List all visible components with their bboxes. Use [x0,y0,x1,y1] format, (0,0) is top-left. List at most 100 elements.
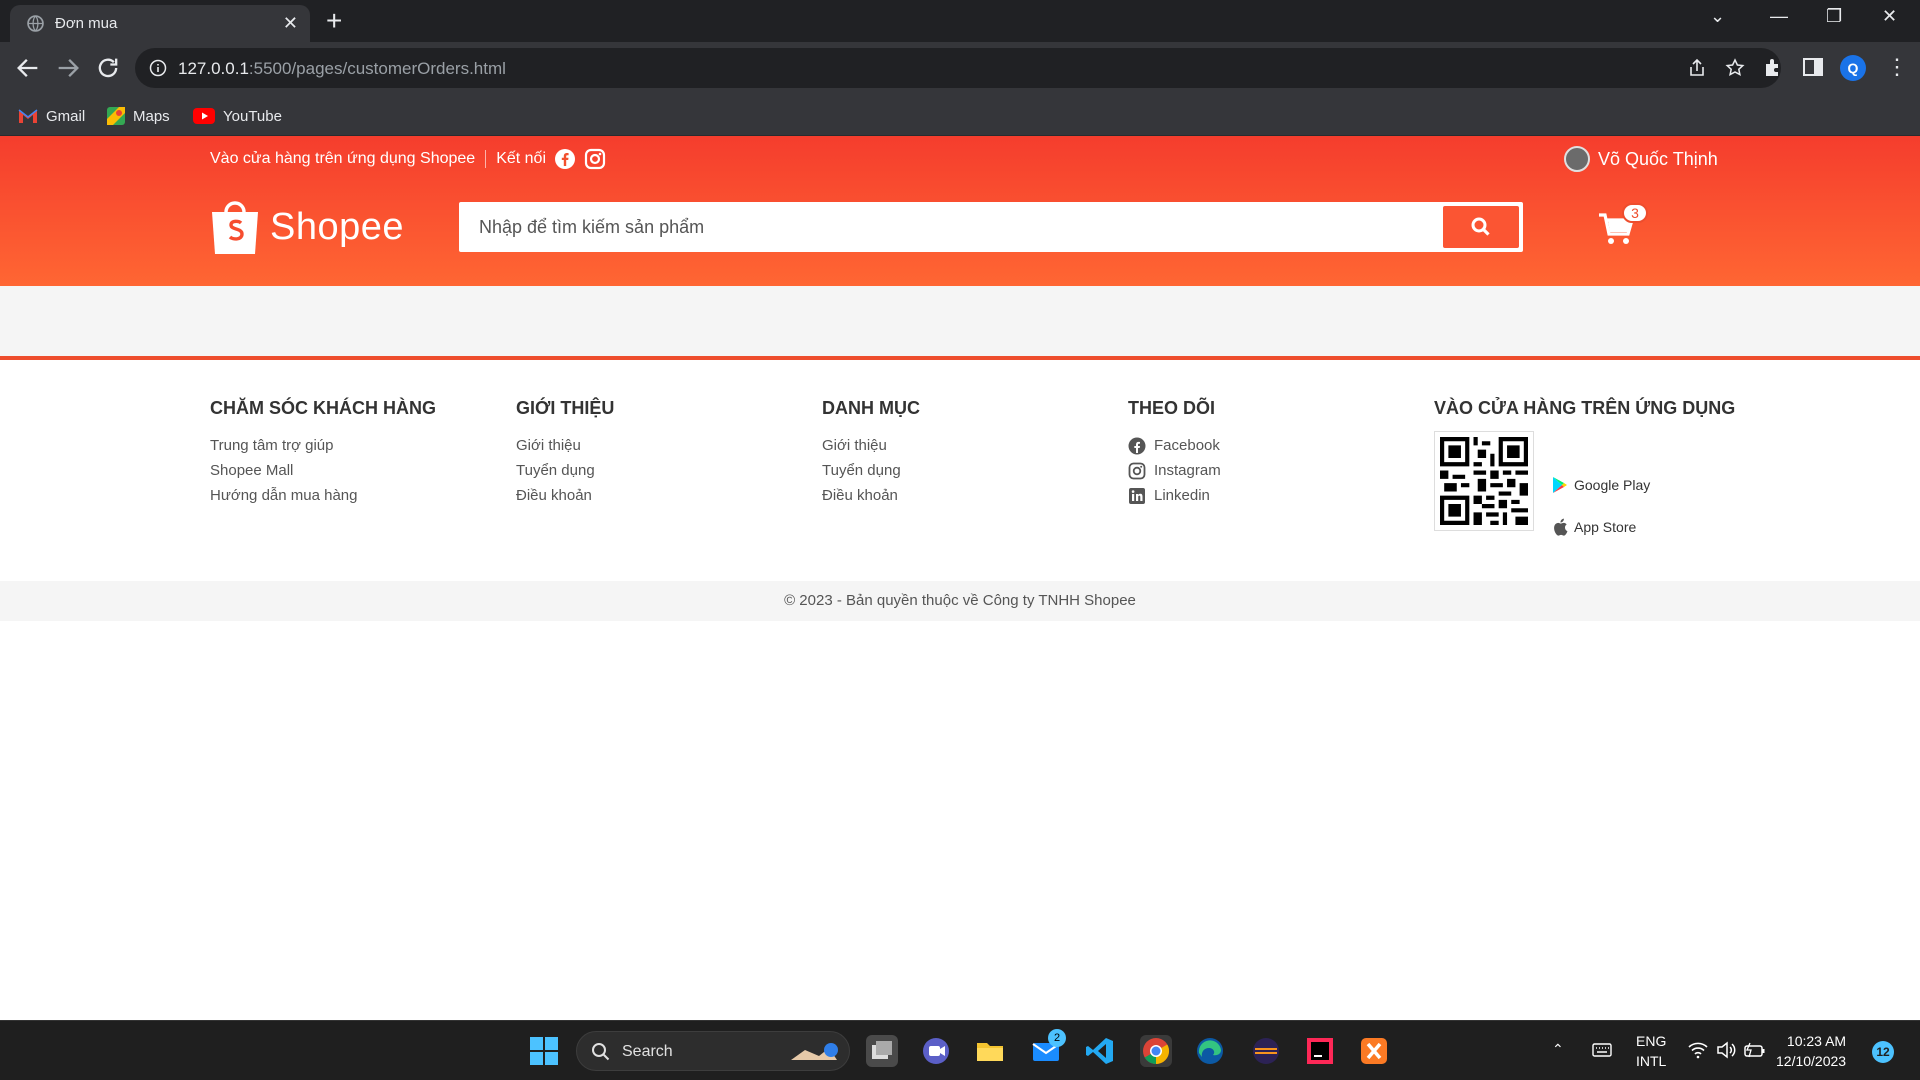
eclipse-icon[interactable] [1250,1035,1282,1067]
divider [485,150,487,168]
search-button[interactable] [1443,206,1519,248]
user-menu[interactable]: Võ Quốc Thịnh [1564,146,1718,172]
bookmark-gmail[interactable]: Gmail [18,105,85,127]
footer-col-about: GIỚI THIỆU Giới thiệu Tuyển dụng Điều kh… [516,398,614,508]
footer-link[interactable]: Trung tâm trợ giúp [210,433,436,458]
windows-taskbar: Search 2 ⌃ ENG INTL 10:23 AM 12/10/2023 … [0,1020,1920,1080]
reload-icon[interactable] [94,54,122,82]
linkedin-icon [1129,487,1145,504]
footer-heading: THEO DÕI [1128,398,1216,418]
facebook-link[interactable] [554,148,576,170]
bookmark-maps[interactable]: Maps [107,105,170,127]
app-store-link[interactable]: App Store [1552,518,1636,536]
taskbar-search-box[interactable]: Search [576,1031,850,1071]
footer-link[interactable]: Giới thiệu [822,433,920,458]
search-icon [592,1043,610,1061]
footer-heading: DANH MỤC [822,398,920,418]
url-host: 127.0.0.1 [178,59,249,78]
extensions-icon[interactable] [1762,56,1784,78]
task-view-icon[interactable] [866,1035,898,1067]
search-input[interactable]: Nhập để tìm kiếm sản phẩm [479,217,704,238]
header-topnav: Vào cửa hàng trên ứng dụng Shopee Kết nố… [210,148,606,170]
footer-link[interactable]: Tuyển dụng [822,458,920,483]
system-clock[interactable]: 10:23 AM 12/10/2023 [1776,1031,1846,1071]
footer-col-customer-care: CHĂM SÓC KHÁCH HÀNG Trung tâm trợ giúp S… [210,398,436,508]
product-search-bar: Nhập để tìm kiếm sản phẩm [459,202,1523,252]
minimize-button[interactable]: — [1770,6,1788,27]
footer-instagram-link[interactable]: Instagram [1128,458,1221,483]
footer-link[interactable]: Điều khoản [516,483,614,508]
clock-time: 10:23 AM [1786,1033,1847,1049]
search-icon [1471,217,1490,236]
tab-close-icon[interactable]: ✕ [283,13,298,33]
footer-link[interactable]: Tuyển dụng [516,458,614,483]
notification-badge[interactable]: 12 [1872,1041,1894,1063]
forward-icon[interactable] [54,54,82,82]
chrome-icon[interactable] [1140,1035,1172,1067]
youtube-icon [193,108,215,124]
taskbar-search-label: Search [622,1043,673,1060]
clock-date: 12/10/2023 [1776,1053,1847,1069]
new-tab-button[interactable]: + [326,6,342,36]
file-explorer-icon[interactable] [974,1035,1006,1067]
bookmark-youtube[interactable]: YouTube [193,105,282,127]
cart-button[interactable]: 3 [1598,203,1648,246]
google-play-link[interactable]: Google Play [1552,476,1650,494]
browser-toolbar: 127.0.0.1:5500/pages/customerOrders.html… [0,42,1920,96]
footer-facebook-link[interactable]: Facebook [1128,433,1221,458]
battery-icon[interactable] [1744,1041,1766,1059]
tab-title: Đơn mua [55,15,118,32]
shopee-logo[interactable]: Shopee [210,198,404,256]
orders-content-area [0,286,1920,356]
footer-col-categories: DANH MỤC Giới thiệu Tuyển dụng Điều khoả… [822,398,920,508]
facebook-icon [555,149,575,169]
copyright-text: © 2023 - Bản quyền thuộc về Công ty TNHH… [0,581,1920,621]
xampp-icon[interactable] [1358,1035,1390,1067]
side-panel-icon[interactable] [1802,56,1824,78]
gmail-icon [18,109,38,123]
qr-code [1434,431,1534,531]
user-avatar [1564,146,1590,172]
globe-icon [27,15,44,32]
browser-menu-icon[interactable]: ⋮ [1886,56,1908,78]
teams-chat-icon[interactable] [920,1035,952,1067]
instagram-link[interactable] [584,148,606,170]
shopee-header: Vào cửa hàng trên ứng dụng Shopee Kết nố… [0,136,1920,286]
footer-link[interactable]: Điều khoản [822,483,920,508]
close-window-button[interactable]: ✕ [1882,6,1897,27]
shopee-bag-icon [212,201,258,254]
intellij-icon[interactable] [1304,1035,1336,1067]
show-hidden-icons[interactable]: ⌃ [1552,1041,1564,1058]
footer-heading: CHĂM SÓC KHÁCH HÀNG [210,398,436,418]
language-indicator[interactable]: ENG INTL [1636,1031,1666,1071]
site-info-icon[interactable] [149,59,167,77]
restore-button[interactable]: ❐ [1826,6,1842,27]
site-footer: CHĂM SÓC KHÁCH HÀNG Trung tâm trợ giúp S… [0,356,1920,581]
mail-badge: 2 [1048,1029,1066,1047]
footer-col-follow: THEO DÕI Facebook Instagram Linkedin [1128,398,1221,508]
footer-linkedin-link[interactable]: Linkedin [1128,483,1221,508]
profile-avatar[interactable]: Q [1840,55,1866,81]
logo-text: Shopee [270,205,405,248]
cart-count-badge: 3 [1622,203,1648,223]
keyboard-icon[interactable] [1592,1043,1612,1057]
search-highlight-icon [791,1043,838,1060]
vscode-icon[interactable] [1084,1035,1116,1067]
tab-search-icon[interactable]: ⌄ [1710,6,1725,27]
tab-active[interactable]: Đơn mua ✕ [10,5,310,42]
footer-link[interactable]: Giới thiệu [516,433,614,458]
footer-link[interactable]: Hướng dẫn mua hàng [210,483,436,508]
back-icon[interactable] [14,54,42,82]
facebook-icon [1128,437,1146,454]
bookmark-star-icon[interactable] [1725,58,1745,78]
footer-link[interactable]: Shopee Mall [210,458,436,483]
volume-icon[interactable] [1716,1041,1736,1059]
windows-start-icon[interactable] [530,1037,558,1065]
wifi-icon[interactable] [1688,1041,1708,1059]
instagram-icon [1128,462,1146,479]
edge-icon[interactable] [1194,1035,1226,1067]
url-path: :5500/pages/customerOrders.html [248,59,506,78]
address-bar[interactable]: 127.0.0.1:5500/pages/customerOrders.html [135,48,1781,88]
share-icon[interactable] [1687,58,1707,78]
app-promo-link[interactable]: Vào cửa hàng trên ứng dụng Shopee [210,150,475,168]
